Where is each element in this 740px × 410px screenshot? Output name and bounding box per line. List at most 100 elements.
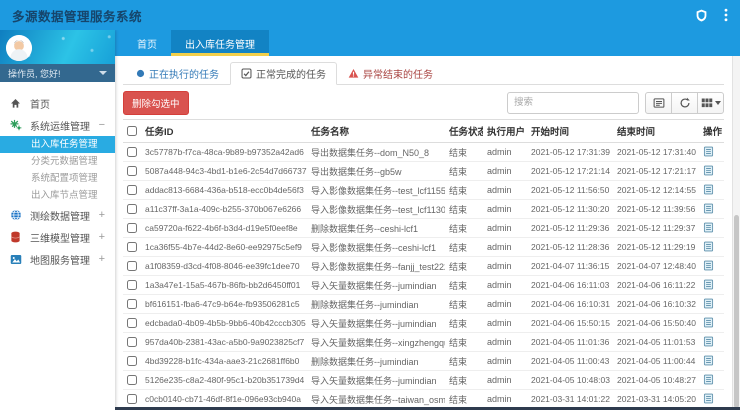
task-detail-icon [703, 298, 714, 309]
row-checkbox[interactable] [127, 242, 137, 252]
cell-status: 结束 [445, 143, 483, 162]
sidebar-subitem[interactable]: 分类元数据管理 [0, 153, 115, 170]
toggle-view-button[interactable] [645, 92, 672, 114]
sidebar-subitem[interactable]: 系统配置项管理 [0, 170, 115, 187]
vertical-scrollbar[interactable] [732, 56, 740, 410]
row-checkbox[interactable] [127, 223, 137, 233]
columns-button[interactable] [697, 92, 724, 114]
cell-time: 2021-04-07 12:48:40 [613, 257, 699, 276]
table-toolbar: 删除勾选中 [123, 91, 724, 114]
sidebar-item-model-3d[interactable]: 三维模型管理+ [0, 226, 115, 248]
expand-icon[interactable]: + [99, 254, 105, 265]
row-operation-cell [699, 257, 724, 276]
task-operation-button[interactable] [703, 222, 714, 233]
cell-name: 导出数据集任务--gb5w [307, 162, 445, 181]
task-operation-button[interactable] [703, 298, 714, 309]
row-checkbox[interactable] [127, 166, 137, 176]
database-icon [10, 231, 25, 243]
sidebar-item-system-ops[interactable]: 系统运维管理− [0, 114, 115, 136]
row-checkbox[interactable] [127, 375, 137, 385]
row-checkbox[interactable] [127, 280, 137, 290]
page-tab-0[interactable]: 首页 [123, 30, 171, 56]
table-row: addac813-6684-436a-b518-ecc0b4de56f3导入影像… [123, 181, 724, 200]
shield-button[interactable] [695, 9, 708, 22]
chevron-down-icon [715, 101, 721, 105]
row-checkbox[interactable] [127, 147, 137, 157]
task-operation-button[interactable] [703, 184, 714, 195]
search-input[interactable] [507, 92, 639, 114]
user-greeting-label: 操作员, 您好! [8, 67, 61, 80]
shield-icon [695, 9, 708, 22]
cell-id: 5126e235-c8a2-480f-95c1-b20b351739d4 [141, 371, 307, 390]
cell-user: admin [483, 143, 527, 162]
cell-user: admin [483, 314, 527, 333]
subtab-label: 正常完成的任务 [256, 66, 326, 81]
table-row: 957da40b-2381-43ac-a5b0-9a9023825cf7导入矢量… [123, 333, 724, 352]
refresh-button[interactable] [671, 92, 698, 114]
task-operation-button[interactable] [703, 241, 714, 252]
task-operation-button[interactable] [703, 374, 714, 385]
expand-icon[interactable]: + [99, 232, 105, 243]
table-row: bf616151-fba6-47c9-b64e-fb93506281c5删除数据… [123, 295, 724, 314]
cell-name: 导入影像数据集任务--fanjj_test222 [307, 257, 445, 276]
cell-status: 结束 [445, 200, 483, 219]
expand-icon[interactable]: + [99, 210, 105, 221]
row-checkbox[interactable] [127, 337, 137, 347]
subtab-1[interactable]: 正常完成的任务 [230, 62, 337, 85]
warning-icon [348, 68, 359, 79]
table-row: 1ca36f55-4b7e-44d2-8e60-ee92975c5ef9导入影像… [123, 238, 724, 257]
row-checkbox[interactable] [127, 394, 137, 404]
page-tab-1[interactable]: 出入库任务管理 [171, 30, 269, 56]
task-operation-button[interactable] [703, 279, 714, 290]
sidebar-subitem[interactable]: 出入库任务管理 [0, 136, 115, 153]
refresh-icon [679, 97, 691, 109]
row-select-cell [123, 295, 141, 314]
task-operation-button[interactable] [703, 203, 714, 214]
task-operation-button[interactable] [703, 260, 714, 271]
user-greeting[interactable]: 操作员, 您好! [0, 64, 115, 82]
scrollbar-thumb[interactable] [734, 215, 739, 408]
cell-name: 导出数据集任务--dom_N50_8 [307, 143, 445, 162]
sidebar: 操作员, 您好! 首页系统运维管理−出入库任务管理分类元数据管理系统配置项管理出… [0, 30, 115, 410]
sidebar-subitem[interactable]: 出入库节点管理 [0, 187, 115, 204]
task-operation-button[interactable] [703, 393, 714, 404]
sidebar-item-map-service[interactable]: 地图服务管理+ [0, 248, 115, 270]
task-operation-button[interactable] [703, 165, 714, 176]
avatar[interactable] [6, 35, 32, 61]
table-row: ca59720a-f622-4b6f-b3d4-d19e5f0eef8e删除数据… [123, 219, 724, 238]
sidebar-item-home[interactable]: 首页 [0, 92, 115, 114]
row-checkbox[interactable] [127, 356, 137, 366]
row-checkbox[interactable] [127, 261, 137, 271]
task-operation-button[interactable] [703, 336, 714, 347]
task-operation-button[interactable] [703, 355, 714, 366]
cell-status: 结束 [445, 257, 483, 276]
cell-status: 结束 [445, 276, 483, 295]
cell-name: 导入矢量数据集任务--taiwan_osm [307, 390, 445, 409]
row-checkbox[interactable] [127, 299, 137, 309]
cell-user: admin [483, 181, 527, 200]
row-checkbox[interactable] [127, 204, 137, 214]
cell-user: admin [483, 162, 527, 181]
more-menu-button[interactable] [724, 8, 728, 22]
subtab-2[interactable]: 异常结束的任务 [337, 62, 444, 85]
cell-id: edcbada0-4b09-4b5b-9bb6-40b42cccb305 [141, 314, 307, 333]
table-row: 1a3a47e1-15a5-467b-86fb-bb2d6450ff01导入矢量… [123, 276, 724, 295]
sidebar-item-survey-data[interactable]: 测绘数据管理+ [0, 204, 115, 226]
cell-name: 导入矢量数据集任务--xingzhengqu [307, 333, 445, 352]
subtab-0[interactable]: 正在执行的任务 [125, 62, 230, 85]
more-menu-icon [724, 8, 728, 22]
cell-time: 2021-04-05 11:00:44 [613, 352, 699, 371]
cell-name: 导入矢量数据集任务--jumindian [307, 371, 445, 390]
cell-name: 删除数据集任务--jumindian [307, 352, 445, 371]
cell-user: admin [483, 333, 527, 352]
select-all-checkbox[interactable] [127, 126, 137, 136]
cell-user: admin [483, 219, 527, 238]
subtab-label: 异常结束的任务 [363, 66, 433, 81]
row-operation-cell [699, 276, 724, 295]
row-checkbox[interactable] [127, 185, 137, 195]
delete-selected-button[interactable]: 删除勾选中 [123, 91, 189, 115]
collapse-icon[interactable]: − [99, 120, 105, 131]
row-checkbox[interactable] [127, 318, 137, 328]
task-operation-button[interactable] [703, 317, 714, 328]
task-operation-button[interactable] [703, 146, 714, 157]
